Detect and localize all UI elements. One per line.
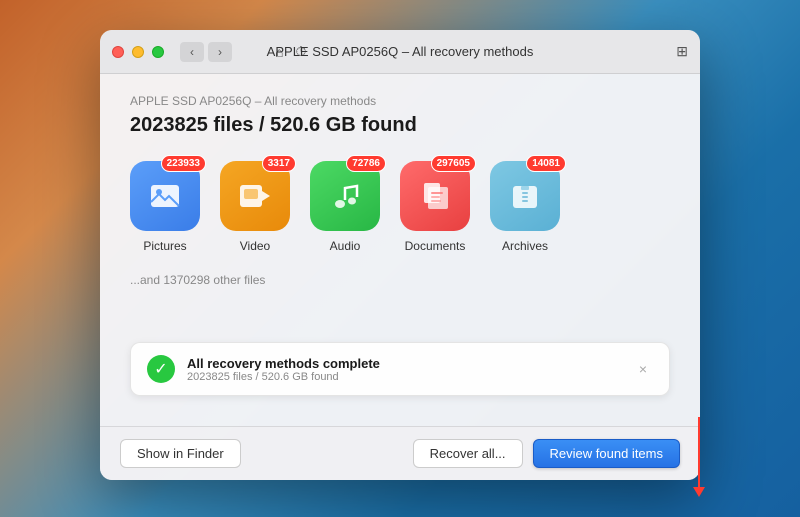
video-label: Video bbox=[240, 239, 270, 253]
nav-forward-button[interactable]: › bbox=[208, 42, 232, 62]
documents-icon-wrapper: 297605 bbox=[400, 161, 470, 231]
bottom-bar: Show in Finder Recover all... Review fou… bbox=[100, 426, 700, 480]
close-button[interactable] bbox=[112, 46, 124, 58]
minimize-button[interactable] bbox=[132, 46, 144, 58]
file-type-video[interactable]: 3317 Video bbox=[220, 161, 290, 253]
archives-badge: 14081 bbox=[526, 155, 566, 172]
right-action-buttons: Recover all... Review found items bbox=[413, 439, 680, 468]
pictures-badge: 223933 bbox=[161, 155, 206, 172]
recovery-text: All recovery methods complete 2023825 fi… bbox=[187, 356, 621, 383]
nav-back-button[interactable]: ‹ bbox=[180, 42, 204, 62]
arrow-head bbox=[693, 487, 705, 497]
other-files-text: ...and 1370298 other files bbox=[130, 273, 670, 287]
show-finder-button[interactable]: Show in Finder bbox=[120, 439, 241, 468]
breadcrumb: APPLE SSD AP0256Q – All recovery methods bbox=[130, 94, 670, 108]
titlebar-right-icons: ⊞ bbox=[676, 43, 688, 60]
window-title: APPLE SSD AP0256Q – All recovery methods bbox=[267, 44, 534, 59]
recovery-banner: ✓ All recovery methods complete 2023825 … bbox=[130, 342, 670, 396]
file-type-documents[interactable]: 297605 Documents bbox=[400, 161, 470, 253]
file-types-grid: 223933 Pictures 3317 Video bbox=[130, 161, 670, 253]
recovery-check-icon: ✓ bbox=[147, 355, 175, 383]
pictures-label: Pictures bbox=[143, 239, 186, 253]
video-badge: 3317 bbox=[262, 155, 296, 172]
page-title: 2023825 files / 520.6 GB found bbox=[130, 114, 670, 137]
video-icon-wrapper: 3317 bbox=[220, 161, 290, 231]
archives-icon-wrapper: 14081 bbox=[490, 161, 560, 231]
audio-label: Audio bbox=[330, 239, 361, 253]
app-window: ‹ › ⌂ ⏱ APPLE SSD AP0256Q – All recovery… bbox=[100, 30, 700, 480]
documents-badge: 297605 bbox=[431, 155, 476, 172]
file-type-audio[interactable]: 72786 Audio bbox=[310, 161, 380, 253]
red-arrow-indicator bbox=[693, 417, 705, 497]
maximize-button[interactable] bbox=[152, 46, 164, 58]
recovery-subtitle: 2023825 files / 520.6 GB found bbox=[187, 371, 621, 383]
audio-badge: 72786 bbox=[346, 155, 386, 172]
recover-all-button[interactable]: Recover all... bbox=[413, 439, 523, 468]
recovery-title: All recovery methods complete bbox=[187, 356, 621, 371]
banner-close-button[interactable]: × bbox=[633, 359, 653, 379]
traffic-lights bbox=[112, 46, 164, 58]
nav-buttons: ‹ › bbox=[180, 42, 232, 62]
audio-icon-wrapper: 72786 bbox=[310, 161, 380, 231]
grid-icon[interactable]: ⊞ bbox=[676, 43, 688, 60]
titlebar: ‹ › ⌂ ⏱ APPLE SSD AP0256Q – All recovery… bbox=[100, 30, 700, 74]
documents-label: Documents bbox=[405, 239, 466, 253]
review-found-items-button[interactable]: Review found items bbox=[533, 439, 680, 468]
main-content: APPLE SSD AP0256Q – All recovery methods… bbox=[100, 74, 700, 426]
file-type-pictures[interactable]: 223933 Pictures bbox=[130, 161, 200, 253]
archives-label: Archives bbox=[502, 239, 548, 253]
file-type-archives[interactable]: 14081 Archives bbox=[490, 161, 560, 253]
pictures-icon-wrapper: 223933 bbox=[130, 161, 200, 231]
arrow-shaft bbox=[698, 417, 700, 487]
